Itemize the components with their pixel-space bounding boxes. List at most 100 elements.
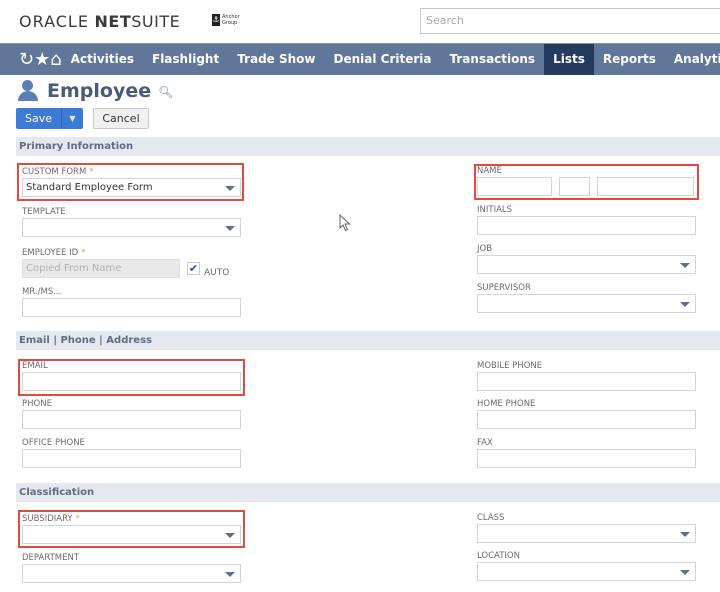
employee-id-label: EMPLOYEE ID — [22, 248, 79, 258]
job-field: JOB — [477, 243, 696, 274]
chevron-down-icon — [225, 572, 235, 577]
custom-form-label: CUSTOM FORM — [22, 167, 87, 177]
subsidiary-label: SUBSIDIARY — [22, 514, 73, 524]
nav-item-lists[interactable]: Lists — [544, 44, 594, 75]
class-field: CLASS — [477, 512, 696, 543]
auto-checkbox[interactable]: ✔ — [187, 262, 200, 275]
phone-input[interactable] — [22, 410, 241, 429]
section-primary-information: Primary Information — [16, 137, 720, 156]
nav-item-denial-criteria[interactable]: Denial Criteria — [325, 44, 441, 75]
nav-item-transactions[interactable]: Transactions — [441, 44, 545, 75]
chevron-down-icon — [680, 532, 690, 537]
home-icon[interactable]: ⌂ — [50, 49, 61, 70]
email-label: EMAIL — [22, 361, 48, 371]
department-select[interactable] — [22, 564, 241, 583]
mouse-cursor-icon — [339, 213, 351, 236]
name-label: NAME — [477, 166, 502, 176]
auto-label: AUTO — [204, 268, 230, 278]
name-field: NAME — [477, 165, 697, 196]
department-field: DEPARTMENT — [22, 552, 241, 583]
subsidiary-select[interactable] — [22, 525, 241, 544]
logo-net-text: NET — [94, 12, 132, 31]
location-label: LOCATION — [477, 551, 520, 561]
logo-suite-text: SUITE — [131, 12, 181, 31]
chevron-down-icon — [680, 263, 690, 268]
class-label: CLASS — [477, 513, 505, 523]
logo-oracle-text: ORACLE — [19, 12, 89, 31]
top-bar: ORACLE NETSUITE ⚓ Anchor Group Search — [0, 0, 720, 43]
nav-item-reports[interactable]: Reports — [594, 44, 665, 75]
supervisor-field: SUPERVISOR — [477, 282, 696, 313]
custom-form-value: Standard Employee Form — [26, 182, 153, 193]
template-field: TEMPLATE — [22, 206, 241, 237]
first-name-input[interactable] — [477, 177, 552, 196]
search-icon[interactable]: 🔍︎ — [158, 85, 173, 99]
employee-id-input[interactable]: Copied From Name — [22, 259, 180, 278]
email-input[interactable] — [22, 372, 241, 391]
page-title: Employee — [47, 80, 152, 102]
fax-label: FAX — [477, 438, 493, 448]
phone-field: PHONE — [22, 398, 241, 429]
office-phone-label: OFFICE PHONE — [22, 438, 85, 448]
initials-field: INITIALS — [477, 204, 696, 235]
save-button[interactable]: Save — [16, 108, 61, 129]
fax-input[interactable] — [477, 449, 696, 468]
middle-name-input[interactable] — [559, 177, 590, 196]
page-header: Employee 🔍︎ — [17, 80, 173, 102]
home-phone-input[interactable] — [477, 410, 696, 429]
employee-id-field: EMPLOYEE ID * Copied From Name — [22, 247, 180, 278]
cancel-button[interactable]: Cancel — [93, 108, 149, 129]
location-select[interactable] — [477, 562, 696, 581]
home-phone-field: HOME PHONE — [477, 398, 696, 429]
mr-ms-label: MR./MS... — [22, 287, 62, 297]
chevron-down-icon — [680, 570, 690, 575]
mr-ms-field: MR./MS... — [22, 286, 241, 317]
partner-logo-text: Anchor Group — [222, 14, 240, 26]
partner-logo: ⚓ Anchor Group — [212, 14, 248, 26]
subsidiary-field: SUBSIDIARY * — [22, 513, 241, 544]
template-select[interactable] — [22, 218, 241, 237]
recent-history-icon[interactable]: ↻ — [19, 49, 34, 70]
nav-item-analytics[interactable]: Analytics — [665, 44, 720, 75]
supervisor-label: SUPERVISOR — [477, 283, 531, 293]
job-select[interactable] — [477, 255, 696, 274]
checkmark-icon: ✔ — [188, 262, 199, 275]
chevron-down-icon — [225, 226, 235, 231]
anchor-icon: ⚓ — [212, 14, 220, 26]
main-nav: ↻ ★ ⌂ Activities Flashlight Trade Show D… — [0, 43, 720, 75]
phone-label: PHONE — [22, 399, 52, 409]
chevron-down-icon — [225, 533, 235, 538]
netsuite-logo[interactable]: ORACLE NETSUITE — [19, 12, 180, 31]
template-label: TEMPLATE — [22, 207, 66, 217]
custom-form-select[interactable]: Standard Employee Form — [22, 178, 241, 197]
job-label: JOB — [477, 244, 493, 254]
supervisor-select[interactable] — [477, 294, 696, 313]
email-field: EMAIL — [22, 360, 241, 391]
section-classification: Classification — [16, 483, 720, 502]
chevron-down-icon — [225, 186, 235, 191]
mobile-phone-input[interactable] — [477, 372, 696, 391]
required-star-icon: * — [75, 514, 80, 524]
home-phone-label: HOME PHONE — [477, 399, 536, 409]
initials-input[interactable] — [477, 216, 696, 235]
fax-field: FAX — [477, 437, 696, 468]
save-dropdown-button[interactable]: ▼ — [61, 108, 83, 129]
custom-form-field: CUSTOM FORM * Standard Employee Form — [22, 166, 241, 197]
office-phone-field: OFFICE PHONE — [22, 437, 241, 468]
nav-item-activities[interactable]: Activities — [62, 44, 143, 75]
mobile-phone-label: MOBILE PHONE — [477, 361, 543, 371]
required-star-icon: * — [89, 167, 94, 177]
office-phone-input[interactable] — [22, 449, 241, 468]
mobile-phone-field: MOBILE PHONE — [477, 360, 696, 391]
action-buttons: Save ▼ Cancel — [16, 108, 149, 129]
nav-item-trade-show[interactable]: Trade Show — [228, 44, 324, 75]
global-search-input[interactable]: Search — [420, 8, 720, 34]
class-select[interactable] — [477, 524, 696, 543]
nav-item-flashlight[interactable]: Flashlight — [143, 44, 228, 75]
employee-icon — [17, 80, 39, 102]
chevron-down-icon — [680, 302, 690, 307]
last-name-input[interactable] — [597, 177, 694, 196]
section-email-phone-address: Email | Phone | Address — [16, 331, 720, 350]
mr-ms-input[interactable] — [22, 298, 241, 317]
star-icon[interactable]: ★ — [34, 49, 50, 70]
